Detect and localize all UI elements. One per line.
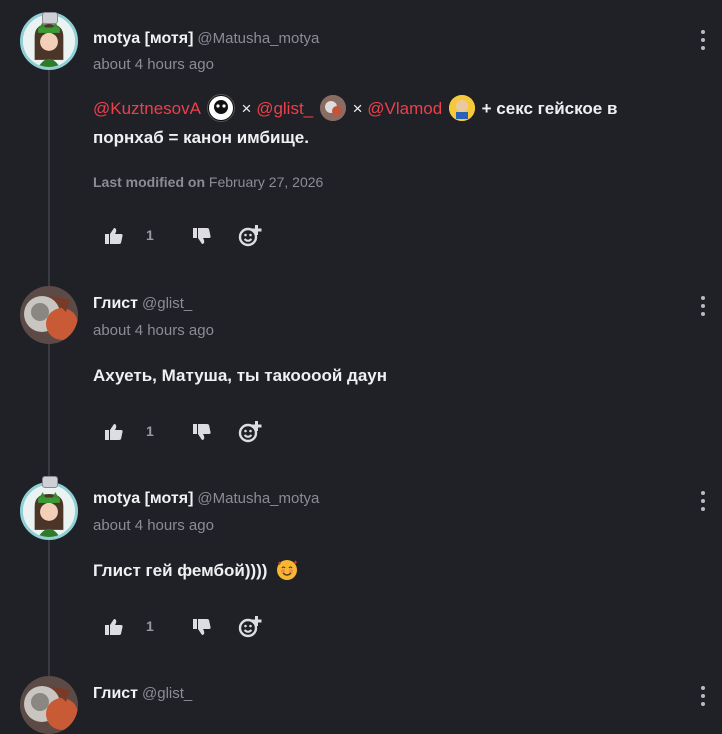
timestamp: about 4 hours ago: [93, 56, 214, 73]
add-reaction-button[interactable]: [238, 420, 262, 444]
author-name[interactable]: motya [мотя] @Matusha_motya: [93, 490, 319, 508]
author-name[interactable]: Глист @glist_: [93, 685, 192, 703]
avatar-badge: [42, 476, 58, 488]
like-count: 1: [146, 618, 154, 634]
author-handle[interactable]: @Matusha_motya: [197, 490, 319, 507]
more-vertical-icon[interactable]: [700, 30, 706, 50]
avatar[interactable]: [20, 482, 78, 540]
more-vertical-icon[interactable]: [700, 686, 706, 706]
mention-link[interactable]: @KuztnesovA: [93, 99, 200, 118]
author-handle[interactable]: @glist_: [142, 685, 192, 702]
thumbs-up-icon: [105, 228, 123, 244]
avatar[interactable]: [20, 676, 78, 734]
avatar-emoji-icon: [319, 94, 346, 121]
author-name[interactable]: Глист @glist_: [93, 295, 192, 313]
add-reaction-icon: [238, 225, 262, 247]
like-button[interactable]: [104, 224, 124, 248]
avatar-emoji-icon: [206, 93, 235, 122]
more-vertical-icon[interactable]: [700, 491, 706, 511]
like-button[interactable]: [104, 615, 124, 639]
avatar-badge: [42, 12, 58, 24]
add-reaction-icon: [238, 616, 262, 638]
mention-link[interactable]: @glist_: [256, 99, 313, 118]
thread-line: [48, 60, 50, 720]
author-name[interactable]: motya [мотя] @Matusha_motya: [93, 30, 319, 48]
comment-body: @KuztnesovA × @glist_ × @Vlamod + секс г…: [93, 93, 653, 152]
author-handle[interactable]: @Matusha_motya: [197, 30, 319, 47]
comment-body: Ахуеть, Матуша, ты такоооой даун: [93, 362, 653, 390]
thumbs-down-icon: [193, 424, 211, 440]
dislike-button[interactable]: [192, 420, 212, 444]
dislike-button[interactable]: [192, 615, 212, 639]
thumbs-up-icon: [105, 424, 123, 440]
comment-text: порнхаб = канон имбище.: [93, 127, 309, 147]
more-vertical-icon[interactable]: [700, 296, 706, 316]
thumbs-down-icon: [193, 228, 211, 244]
thumbs-down-icon: [193, 619, 211, 635]
separator-text: ×: [352, 99, 363, 118]
avatar-emoji-icon: [448, 94, 475, 121]
add-reaction-button[interactable]: [238, 615, 262, 639]
like-button[interactable]: [104, 420, 124, 444]
mention-link[interactable]: @Vlamod: [367, 99, 442, 118]
like-count: 1: [146, 423, 154, 439]
timestamp: about 4 hours ago: [93, 517, 214, 534]
comment-text: Ахуеть, Матуша, ты такоооой даун: [93, 366, 388, 385]
thumbs-up-icon: [105, 619, 123, 635]
avatar[interactable]: [20, 286, 78, 344]
comment-body: Глист гей фембой)))): [93, 557, 653, 585]
timestamp: about 4 hours ago: [93, 322, 214, 339]
author-handle[interactable]: @glist_: [142, 295, 192, 312]
separator-text: ×: [241, 99, 252, 118]
add-reaction-icon: [238, 421, 262, 443]
comment-text: + секс гейское в: [481, 99, 618, 118]
smiling-face-with-hearts-icon: [276, 559, 298, 581]
add-reaction-button[interactable]: [238, 224, 262, 248]
dislike-button[interactable]: [192, 224, 212, 248]
last-modified: Last modified on February 27, 2026: [93, 174, 324, 190]
comment-text: Глист гей фембой)))): [93, 561, 268, 580]
like-count: 1: [146, 227, 154, 243]
